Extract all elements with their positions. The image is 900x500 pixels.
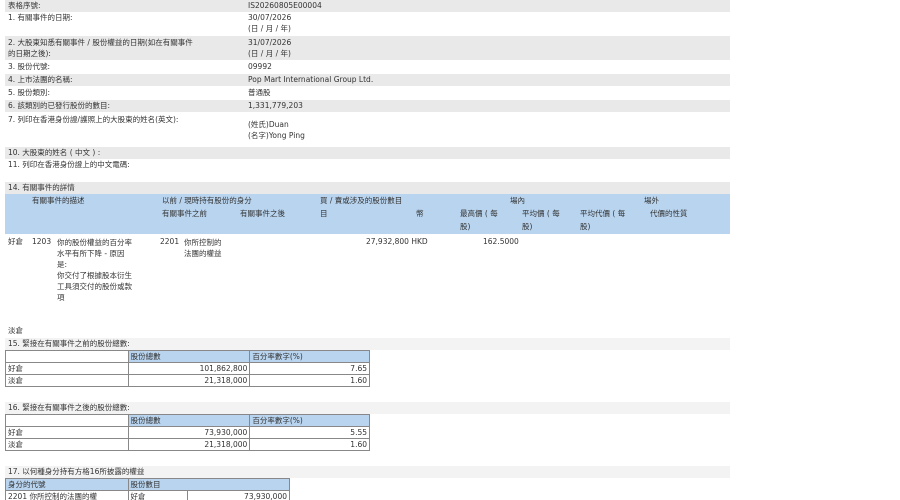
s15-long-pct: 7.65: [249, 362, 370, 375]
section-17-table: 身分的代號 股份數目 2201 你所控制的法團的權 好倉 73,930,000: [5, 478, 290, 500]
col-shares-involved-a: 買 / 賣或涉及的股份數目: [320, 196, 403, 205]
col-average-price-b: 股): [522, 222, 533, 231]
row-capacity-code: 2201: [160, 237, 180, 246]
s15-col-shares: 股份總數: [127, 350, 251, 363]
s16-long-shares: 73,930,000: [127, 426, 251, 439]
company-value: Pop Mart International Group Ltd.: [248, 75, 374, 84]
holder-surname: (姓氏)Duan: [248, 120, 289, 129]
s16-col-shares: 股份總數: [127, 414, 251, 427]
col-currency: 幣: [416, 209, 424, 218]
col-event-desc: 有關事件的描述: [32, 196, 85, 205]
row-position-short: 淡倉: [8, 326, 23, 335]
s16-long-label: 好倉: [5, 426, 129, 439]
aware-date-label-b: 的日期之後):: [8, 49, 51, 58]
col-capacity: 以前 / 現時持有股份的身分: [162, 196, 252, 205]
aware-date-format: (日 / 月 / 年): [248, 49, 291, 58]
row-event-code: 1203: [32, 237, 52, 246]
col-capacity-after: 有關事件之後: [240, 209, 285, 218]
table-row: 淡倉 21,318,000 1.60: [5, 438, 370, 451]
col-shares-involved-b: 目: [320, 209, 328, 218]
s15-col-pct: 百分率數字(%): [249, 350, 370, 363]
event-date-value: 30/07/2026: [248, 13, 292, 22]
holder-name-label: 7. 列印在香港身份證/護照上的大股東的姓名(英文):: [8, 115, 179, 124]
event-date-format: (日 / 月 / 年): [248, 24, 291, 33]
s16-short-label: 淡倉: [5, 438, 129, 451]
table-row: 淡倉 21,318,000 1.60: [5, 374, 370, 387]
aware-date-value: 31/07/2026: [248, 38, 292, 47]
s16-long-pct: 5.55: [249, 426, 370, 439]
issued-shares-value: 1,331,779,203: [248, 101, 303, 110]
row-highest-price: 162.5000: [483, 237, 519, 246]
table-row: 好倉 101,862,800 7.65: [5, 362, 370, 375]
serial-label: 表格序號:: [8, 1, 41, 10]
col-consideration-nature: 代價的性質: [650, 209, 688, 218]
s16-col-pct: 百分率數字(%): [249, 414, 370, 427]
row-event-description: 你的股份權益的百分率 水平有所下降 - 原因 是: 你交付了根據股本衍生 工具須…: [57, 238, 132, 302]
col-on-exchange: 場內: [510, 196, 525, 205]
form-row-chinese-name: [5, 147, 730, 159]
col-capacity-before: 有關事件之前: [162, 209, 207, 218]
section-14-title-bar: [5, 182, 730, 194]
form-row-issued: [5, 100, 730, 112]
row-position-long: 好倉: [8, 237, 23, 246]
section-15-title: 15. 緊接在有關事件之前的股份總數:: [8, 339, 130, 348]
aware-date-label-a: 2. 大股東知悉有關事件 / 股份權益的日期(如在有關事件: [8, 38, 193, 47]
s15-long-shares: 101,862,800: [127, 362, 251, 375]
s16-short-shares: 21,318,000: [127, 438, 251, 451]
s17-shares: 73,930,000: [187, 490, 290, 500]
row-shares-amount: 27,932,800 HKD: [366, 237, 428, 246]
stock-code-value: 09992: [248, 62, 272, 71]
chinese-name-label: 10. 大股東的姓名 ( 中文 ) :: [8, 148, 101, 157]
s15-short-shares: 21,318,000: [127, 374, 251, 387]
section-16-title: 16. 緊接在有關事件之後的股份總數:: [8, 403, 130, 412]
table-row: 2201 你所控制的法團的權 好倉 73,930,000: [5, 490, 290, 500]
holder-given-name: (名字)Yong Ping: [248, 131, 305, 140]
event-date-label: 1. 有關事件的日期:: [8, 13, 73, 22]
row-capacity-desc: 你所控制的 法團的權益: [184, 238, 222, 258]
chinese-code-label: 11. 列印在香港身份證上的中文電碼:: [8, 160, 130, 169]
section-16-table: 股份總數 百分率數字(%) 好倉 73,930,000 5.55 淡倉 21,3…: [5, 414, 370, 451]
s15-short-label: 淡倉: [5, 374, 129, 387]
s15-long-label: 好倉: [5, 362, 129, 375]
company-label: 4. 上市法團的名稱:: [8, 75, 73, 84]
section-14-title: 14. 有關事件的詳情: [8, 183, 75, 192]
s17-capacity: 2201 你所控制的法團的權: [5, 490, 129, 500]
col-off-exchange: 場外: [644, 196, 659, 205]
col-average-consideration-b: 股): [580, 222, 591, 231]
col-highest-price-a: 最高價 ( 每: [460, 209, 498, 218]
table-row: 好倉 73,930,000 5.55: [5, 426, 370, 439]
form-row-serial: [5, 0, 730, 12]
share-class-label: 5. 股份類別:: [8, 88, 51, 97]
section-17-title: 17. 以何種身分持有方格16所披露的權益: [8, 467, 145, 476]
serial-value: IS20260805E00004: [248, 1, 322, 10]
issued-shares-label: 6. 該類別的已發行股份的數目:: [8, 101, 111, 110]
s17-col-shares: 股份數目: [127, 478, 290, 491]
s17-col-code: 身分的代號: [5, 478, 129, 491]
s17-position: 好倉: [127, 490, 189, 500]
share-class-value: 普通股: [248, 88, 271, 97]
section-15-table: 股份總數 百分率數字(%) 好倉 101,862,800 7.65 淡倉 21,…: [5, 350, 370, 387]
s15-short-pct: 1.60: [249, 374, 370, 387]
stock-code-label: 3. 股份代號:: [8, 62, 51, 71]
s16-short-pct: 1.60: [249, 438, 370, 451]
col-average-consideration-a: 平均代價 ( 每: [580, 209, 626, 218]
col-average-price-a: 平均價 ( 每: [522, 209, 560, 218]
col-highest-price-b: 股): [460, 222, 471, 231]
